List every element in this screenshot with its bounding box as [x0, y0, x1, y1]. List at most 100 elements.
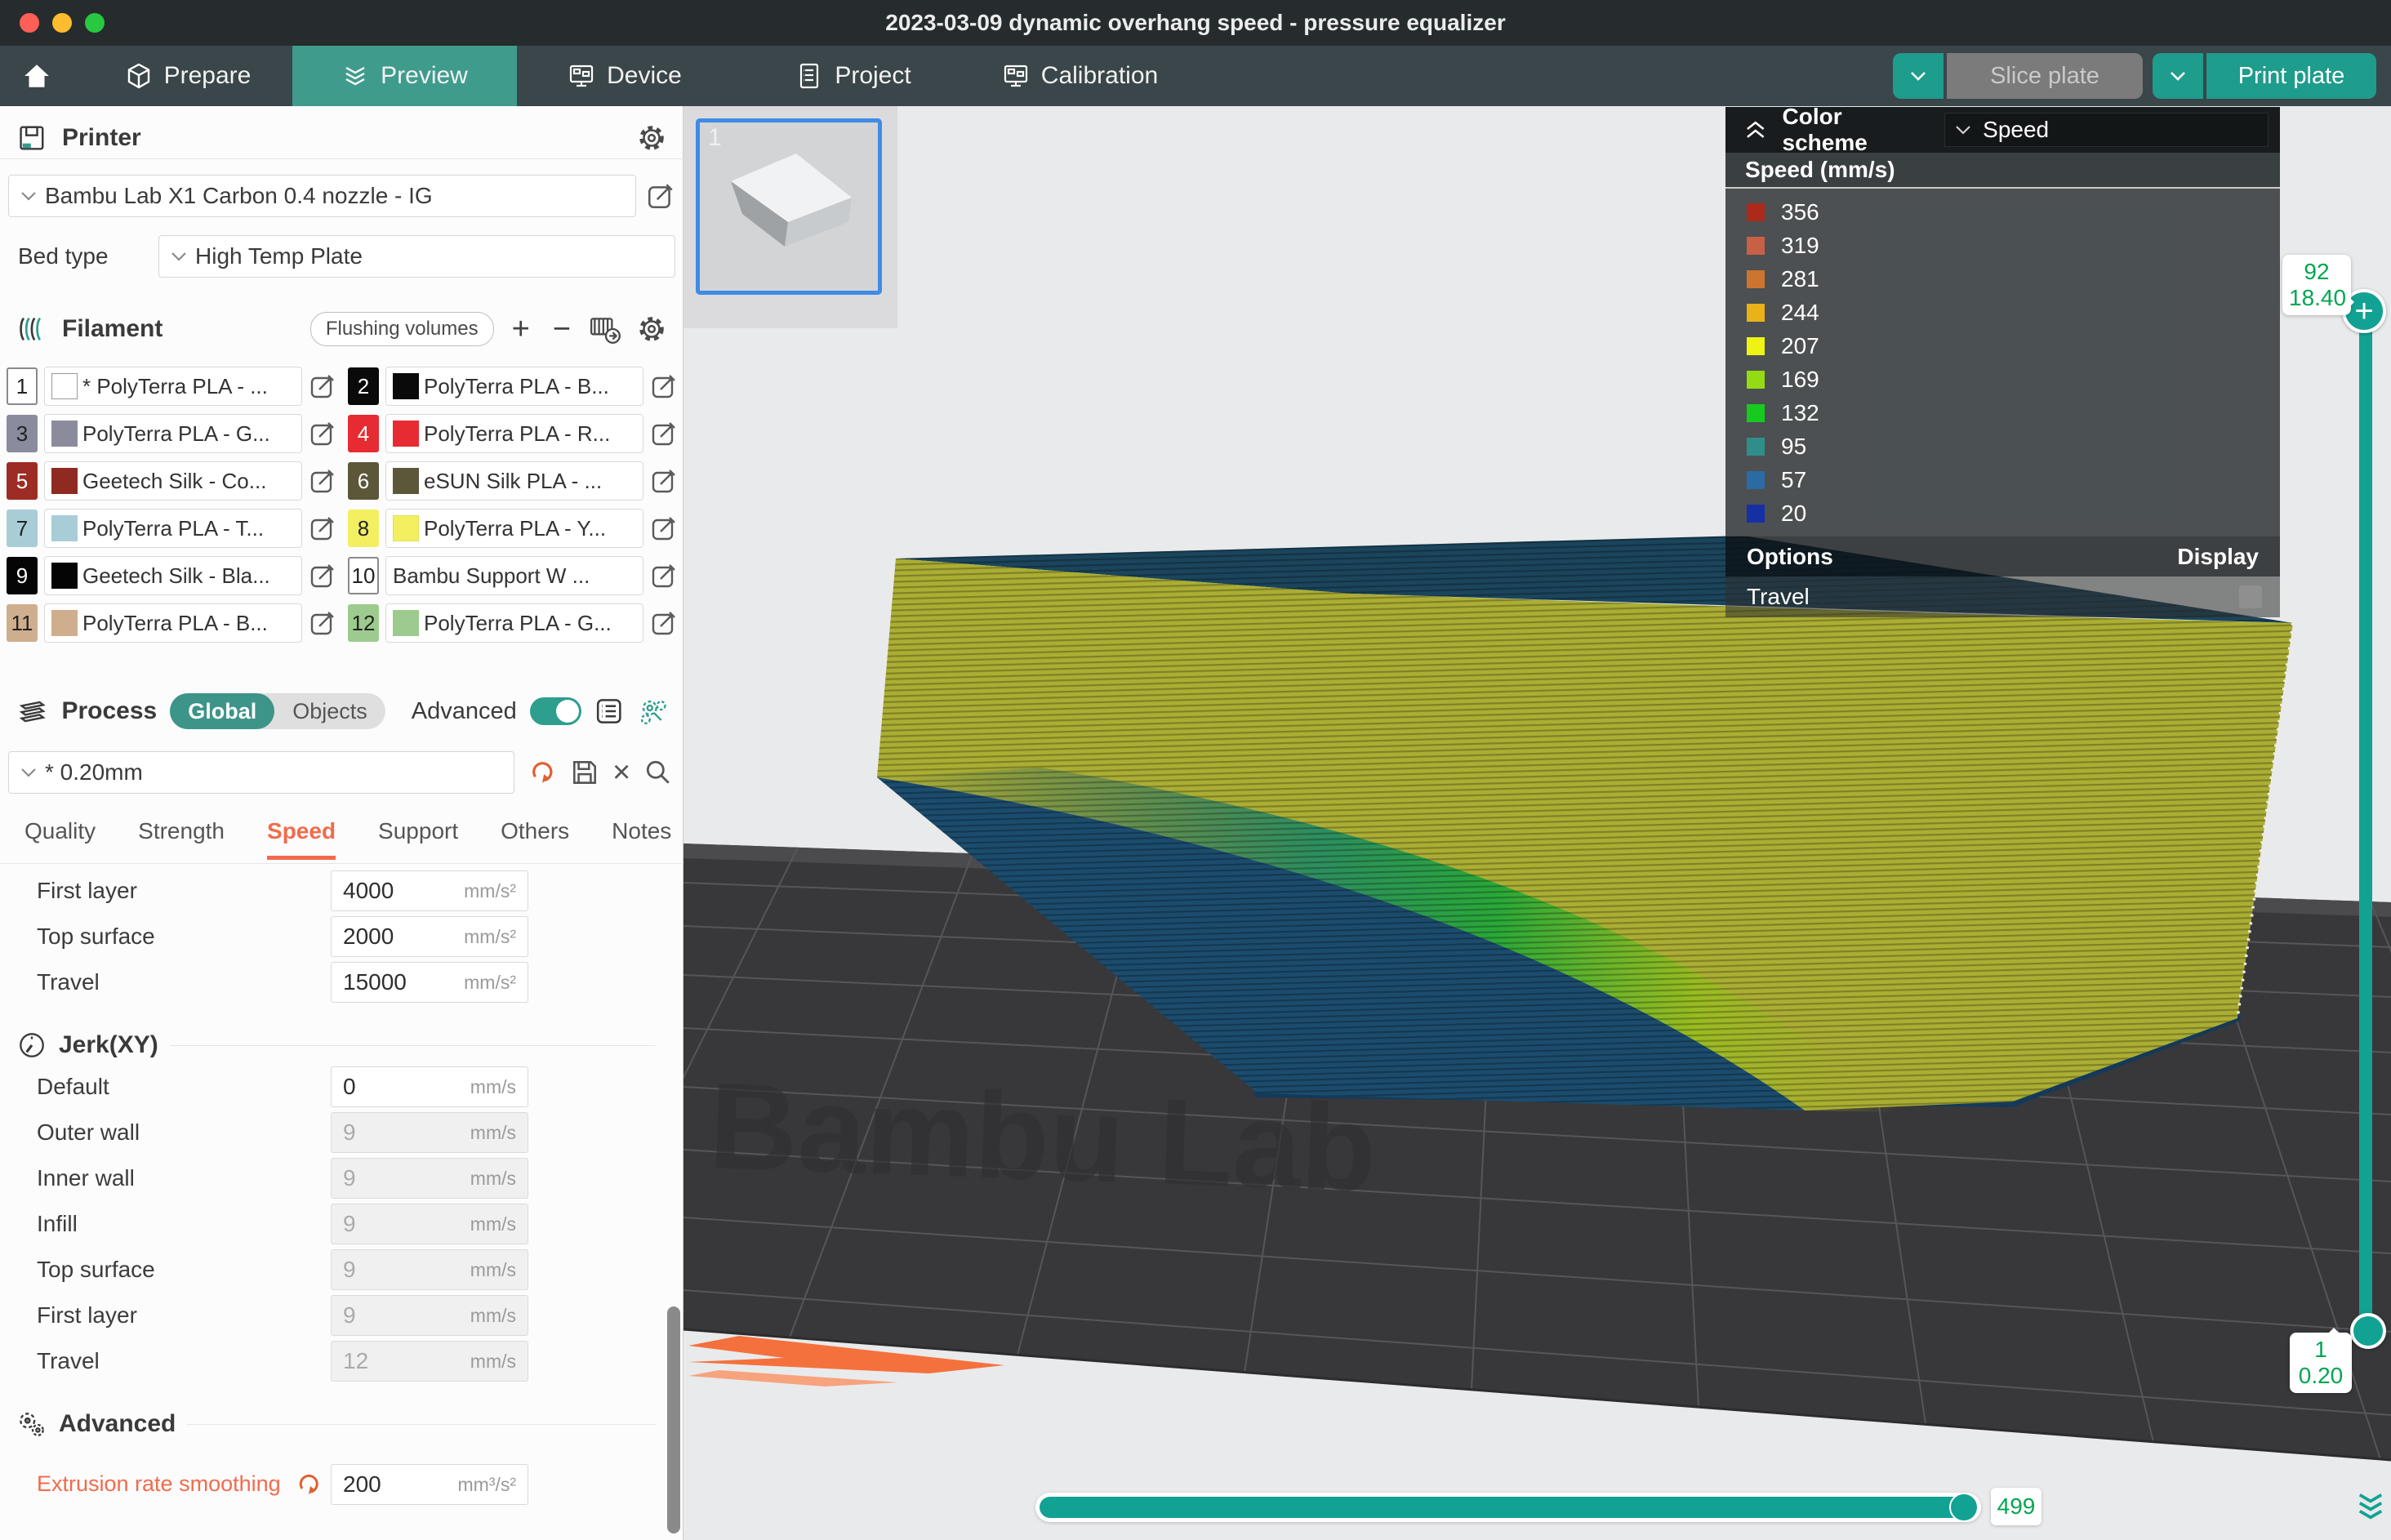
collapse-panel-icon[interactable]: [1742, 118, 1770, 142]
jerk-first-layer-input[interactable]: [343, 1302, 441, 1329]
filament-select[interactable]: PolyTerra PLA - G...: [385, 603, 643, 643]
filament-number-badge[interactable]: 8: [348, 510, 379, 547]
filament-color-swatch: [393, 468, 419, 494]
edit-filament-icon[interactable]: [309, 467, 336, 495]
delete-preset-icon[interactable]: ×: [612, 760, 630, 785]
edit-filament-icon[interactable]: [309, 372, 336, 400]
jerk-inner-wall-input[interactable]: [343, 1165, 441, 1191]
ams-sync-icon[interactable]: [589, 314, 623, 345]
layer-slider-bottom-handle[interactable]: [2350, 1313, 2386, 1349]
tab-notes[interactable]: Notes: [612, 818, 671, 856]
jerk-outer-wall-input[interactable]: [343, 1119, 441, 1146]
travel-checkbox[interactable]: [2239, 585, 2262, 608]
filament-number-badge[interactable]: 3: [7, 415, 38, 452]
jerk-top-surface-input[interactable]: [343, 1257, 441, 1283]
tab-project[interactable]: Project: [772, 46, 935, 106]
legend-row: 132: [1725, 396, 2280, 430]
filament-select[interactable]: Geetech Silk - Co...: [44, 461, 302, 501]
top-surface-accel-input[interactable]: [343, 924, 441, 950]
edit-filament-icon[interactable]: [650, 562, 678, 590]
save-preset-icon[interactable]: [570, 758, 599, 787]
jerk-default-input[interactable]: [343, 1074, 441, 1100]
zoom-window-button[interactable]: [85, 13, 105, 33]
tab-strength[interactable]: Strength: [138, 818, 225, 856]
add-filament-button[interactable]: +: [507, 313, 535, 345]
color-scheme-select[interactable]: Speed: [1944, 113, 2269, 147]
advanced-toggle[interactable]: [530, 697, 581, 725]
printer-preset-select[interactable]: Bambu Lab X1 Carbon 0.4 nozzle - IG: [8, 175, 636, 217]
edit-filament-icon[interactable]: [309, 609, 336, 637]
filament-number-badge[interactable]: 5: [7, 462, 38, 500]
sidebar-scrollbar[interactable]: [667, 1306, 680, 1533]
filament-select[interactable]: PolyTerra PLA - R...: [385, 414, 643, 453]
jerk-travel-input[interactable]: [343, 1348, 441, 1374]
extrusion-rate-smoothing-input[interactable]: [343, 1471, 441, 1498]
tab-device[interactable]: Device: [543, 46, 706, 106]
tab-quality[interactable]: Quality: [24, 818, 96, 856]
jerk-section-header: Jerk(XY): [0, 1027, 683, 1063]
filament-select[interactable]: Bambu Support W ...: [385, 556, 643, 595]
process-preset-select[interactable]: * 0.20mm: [8, 751, 514, 794]
filament-number-badge[interactable]: 10: [348, 557, 379, 594]
remove-filament-button[interactable]: −: [548, 313, 576, 345]
filament-select[interactable]: PolyTerra PLA - T...: [44, 509, 302, 548]
filament-select[interactable]: * PolyTerra PLA - ...: [44, 367, 302, 406]
filament-select[interactable]: PolyTerra PLA - B...: [385, 367, 643, 406]
plate-thumbnail[interactable]: 1: [696, 118, 882, 295]
edit-filament-icon[interactable]: [309, 514, 336, 542]
filament-settings-gear-icon[interactable]: [636, 314, 667, 345]
filament-number-badge[interactable]: 11: [7, 604, 38, 642]
minimize-window-button[interactable]: [52, 13, 72, 33]
move-slider-track[interactable]: [1035, 1493, 1981, 1522]
filament-select[interactable]: Geetech Silk - Bla...: [44, 556, 302, 595]
move-slider-handle[interactable]: [1949, 1493, 1979, 1522]
filament-number-badge[interactable]: 7: [7, 510, 38, 547]
edit-filament-icon[interactable]: [650, 372, 678, 400]
filament-select[interactable]: eSUN Silk PLA - ...: [385, 461, 643, 501]
edit-filament-icon[interactable]: [309, 562, 336, 590]
tab-support[interactable]: Support: [378, 818, 458, 856]
filament-select[interactable]: PolyTerra PLA - B...: [44, 603, 302, 643]
print-plate-button[interactable]: Print plate: [2206, 53, 2376, 99]
tab-calibration[interactable]: Calibration: [976, 46, 1184, 106]
segment-global[interactable]: Global: [170, 693, 274, 729]
search-preset-icon[interactable]: [643, 758, 673, 787]
undo-modified-icon[interactable]: [295, 1471, 323, 1498]
first-layer-accel-input[interactable]: [343, 878, 441, 904]
tab-prepare[interactable]: Prepare: [106, 46, 269, 106]
slice-plate-button[interactable]: Slice plate: [1947, 53, 2143, 99]
parameter-search-gears-icon[interactable]: [637, 697, 668, 726]
filament-select[interactable]: PolyTerra PLA - G...: [44, 414, 302, 453]
bed-type-select[interactable]: High Temp Plate: [158, 235, 675, 278]
plate-thumbnail-strip: 1: [683, 106, 897, 328]
segment-objects[interactable]: Objects: [274, 693, 385, 729]
print-plate-dropdown-button[interactable]: [2153, 53, 2203, 99]
home-button[interactable]: [0, 46, 73, 106]
filament-number-badge[interactable]: 9: [7, 557, 38, 594]
layers-stack-icon[interactable]: [2355, 1488, 2386, 1524]
tab-speed[interactable]: Speed: [267, 818, 336, 860]
filament-number-badge[interactable]: 2: [348, 367, 379, 405]
edit-filament-icon[interactable]: [650, 420, 678, 447]
reset-preset-icon[interactable]: [528, 758, 557, 787]
parameter-list-icon[interactable]: [594, 697, 624, 726]
edit-filament-icon[interactable]: [650, 467, 678, 495]
tab-others[interactable]: Others: [501, 818, 569, 856]
jerk-infill-input[interactable]: [343, 1211, 441, 1237]
flushing-volumes-button[interactable]: Flushing volumes: [310, 312, 494, 346]
filament-select[interactable]: PolyTerra PLA - Y...: [385, 509, 643, 548]
close-window-button[interactable]: [20, 13, 39, 33]
edit-filament-icon[interactable]: [650, 514, 678, 542]
tab-preview[interactable]: Preview: [292, 46, 517, 106]
filament-number-badge[interactable]: 12: [348, 604, 379, 642]
slice-plate-dropdown-button[interactable]: [1893, 53, 1944, 99]
filament-number-badge[interactable]: 1: [7, 367, 38, 405]
printer-settings-gear-icon[interactable]: [636, 122, 667, 154]
layer-slider-track[interactable]: [2359, 323, 2372, 1333]
edit-filament-icon[interactable]: [650, 609, 678, 637]
edit-filament-icon[interactable]: [309, 420, 336, 447]
travel-accel-input[interactable]: [343, 969, 441, 995]
filament-number-badge[interactable]: 4: [348, 415, 379, 452]
filament-number-badge[interactable]: 6: [348, 462, 379, 500]
edit-printer-icon[interactable]: [646, 181, 675, 211]
